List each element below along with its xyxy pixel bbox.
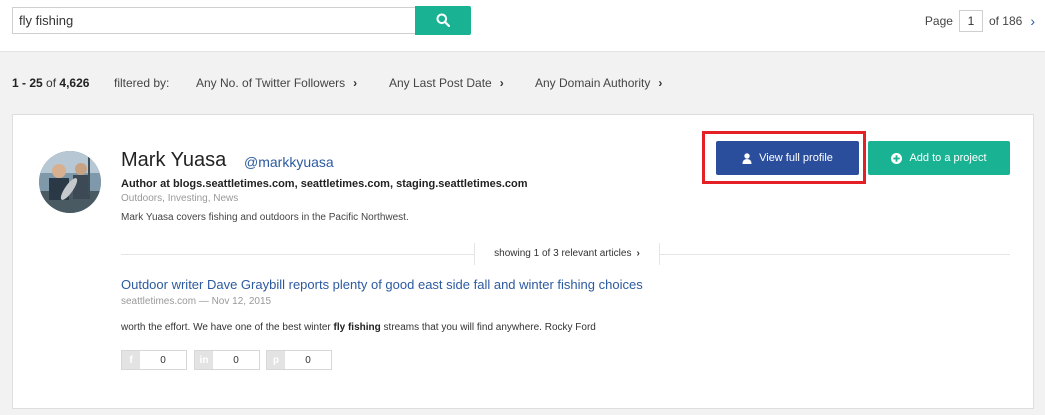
article-snippet: worth the effort. We have one of the bes…	[121, 322, 596, 333]
pinterest-share[interactable]: p 0	[266, 350, 332, 370]
plus-circle-icon	[891, 152, 903, 164]
snippet-text: streams that you will find anywhere. Roc…	[380, 322, 596, 333]
facebook-share[interactable]: f 0	[121, 350, 187, 370]
linkedin-icon: in	[195, 351, 213, 369]
filtered-by-label: filtered by:	[114, 76, 170, 90]
results-range: 1 - 25	[12, 76, 43, 90]
avatar[interactable]	[39, 151, 101, 213]
filter-label: Any Last Post Date	[389, 76, 492, 90]
linkedin-share[interactable]: in 0	[194, 350, 260, 370]
chevron-right-icon: ›	[658, 76, 663, 90]
chevron-right-icon[interactable]: ›	[1030, 13, 1035, 29]
results-count: 1 - 25 of 4,626	[12, 76, 89, 90]
search-icon	[436, 13, 450, 27]
view-full-profile-label: View full profile	[759, 152, 833, 164]
page-total: of 186	[988, 14, 1023, 28]
share-count: 0	[233, 354, 239, 366]
article-title-link[interactable]: Outdoor writer Dave Graybill reports ple…	[121, 277, 643, 292]
share-count: 0	[305, 354, 311, 366]
chevron-right-icon: ›	[636, 248, 640, 259]
twitter-handle[interactable]: @markkyuasa	[244, 154, 334, 170]
relevant-articles-toggle[interactable]: showing 1 of 3 relevant articles ›	[474, 243, 660, 265]
filter-label: Any Domain Authority	[535, 76, 651, 90]
facebook-icon: f	[122, 351, 140, 369]
top-bar: Page 1 of 186 ›	[0, 0, 1045, 52]
share-count: 0	[160, 354, 166, 366]
snippet-highlight: fly fishing	[333, 322, 381, 333]
relevant-articles-label: showing 1 of 3 relevant articles	[494, 248, 632, 259]
filter-last-post-date[interactable]: Any Last Post Date ›	[389, 76, 504, 90]
profile-bio: Mark Yuasa covers fishing and outdoors i…	[121, 212, 409, 223]
results-total: 4,626	[59, 76, 90, 90]
profile-tags: Outdoors, Investing, News	[121, 193, 239, 204]
pinterest-icon: p	[267, 351, 285, 369]
pagination: Page 1 of 186 ›	[925, 9, 1035, 33]
search-button[interactable]	[415, 6, 471, 35]
add-to-project-button[interactable]: Add to a project	[868, 141, 1010, 175]
page-label: Page	[924, 14, 953, 28]
page-number-input[interactable]: 1	[958, 10, 983, 32]
filter-bar: 1 - 25 of 4,626 filtered by: Any No. of …	[0, 52, 1045, 114]
filter-twitter-followers[interactable]: Any No. of Twitter Followers ›	[196, 76, 357, 90]
chevron-right-icon: ›	[499, 76, 504, 90]
filter-label: Any No. of Twitter Followers	[196, 76, 346, 90]
user-icon	[742, 152, 752, 164]
view-full-profile-button[interactable]: View full profile	[716, 141, 859, 175]
search-input[interactable]	[12, 7, 416, 34]
filter-domain-authority[interactable]: Any Domain Authority ›	[535, 76, 662, 90]
snippet-text: worth the effort. We have one of the bes…	[121, 322, 334, 333]
chevron-right-icon: ›	[353, 76, 358, 90]
author-line: Author at blogs.seattletimes.com, seattl…	[121, 178, 528, 190]
article-meta: seattletimes.com — Nov 12, 2015	[121, 296, 272, 307]
result-card: Mark Yuasa @markkyuasa Author at blogs.s…	[12, 114, 1034, 409]
add-to-project-label: Add to a project	[909, 152, 987, 164]
results-of: of	[46, 76, 57, 90]
profile-name[interactable]: Mark Yuasa	[121, 149, 226, 172]
